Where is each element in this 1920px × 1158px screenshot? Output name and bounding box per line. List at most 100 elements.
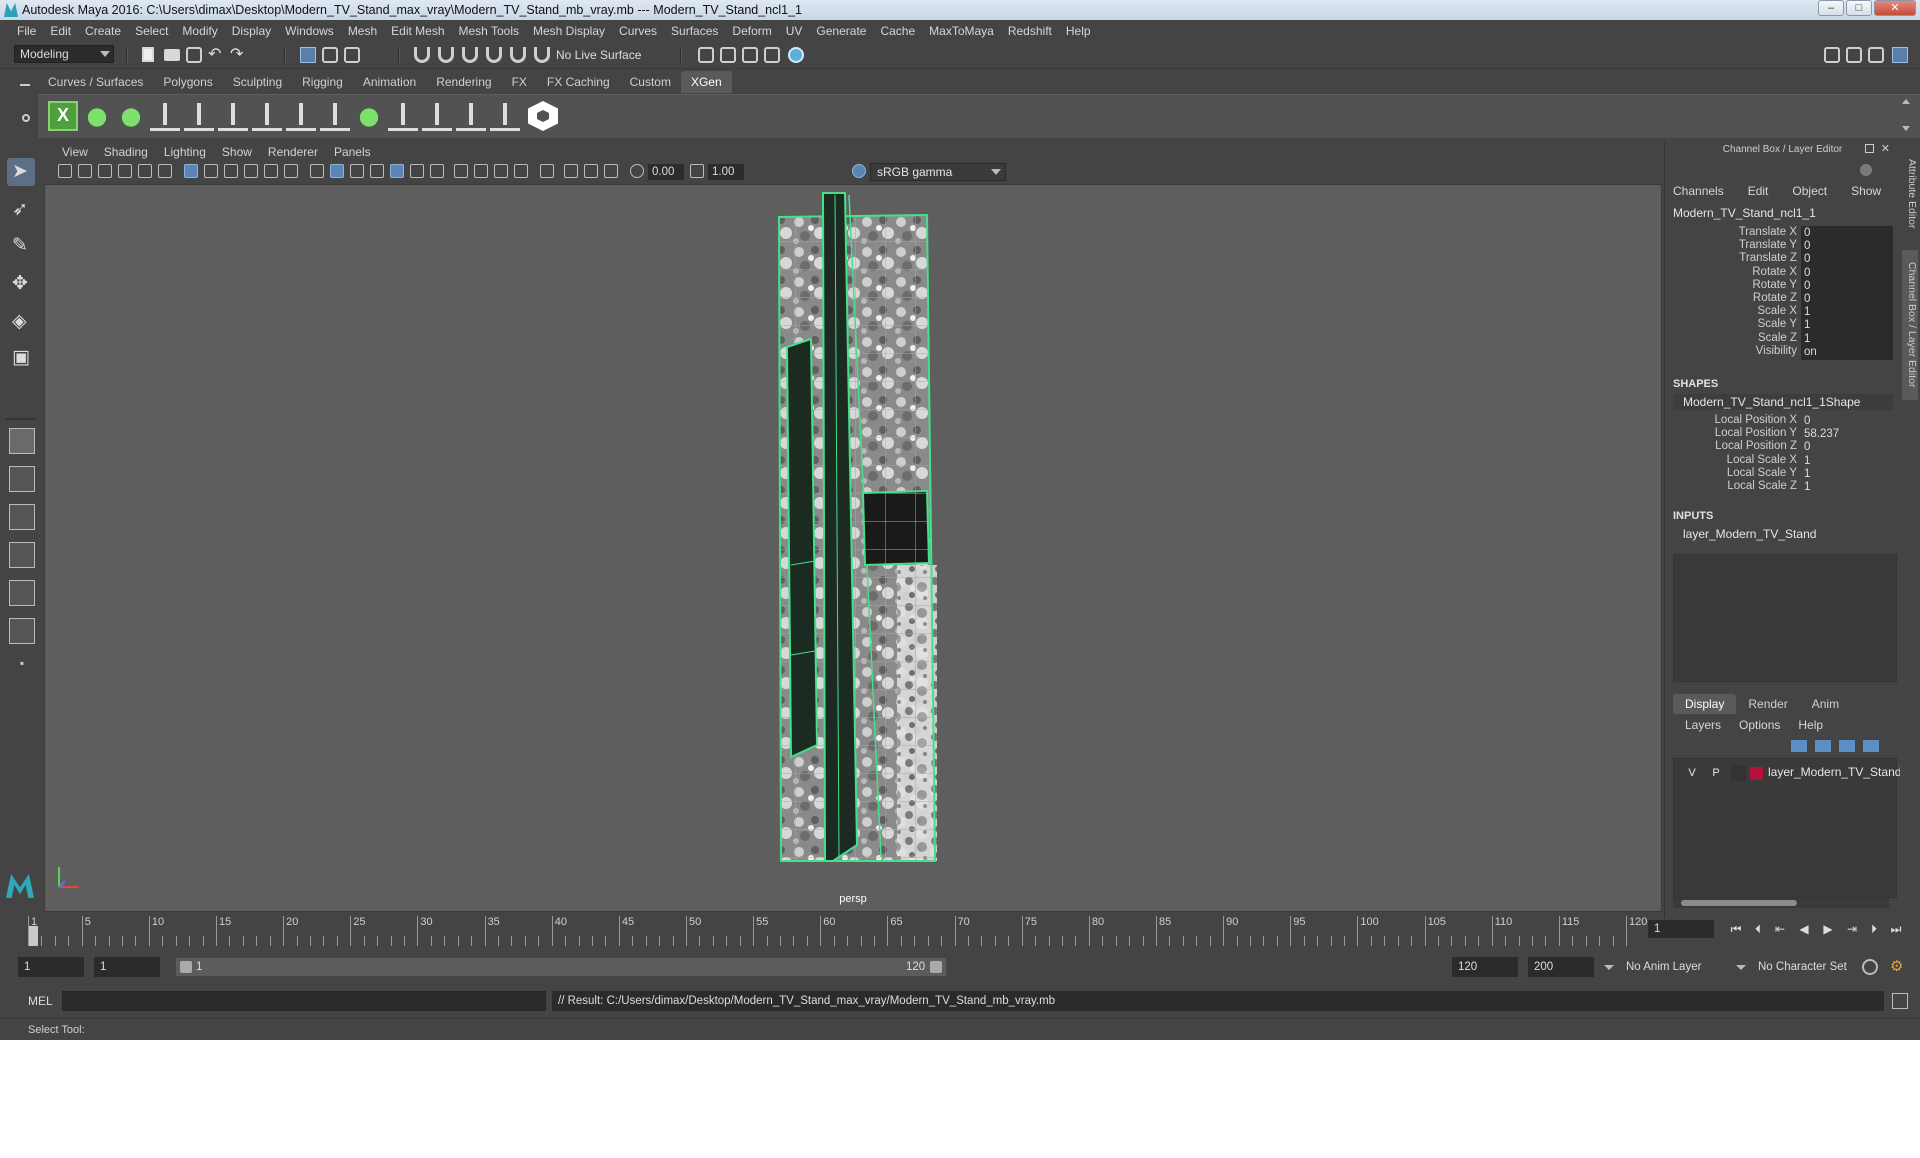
panel-menu-view[interactable]: View [54,145,96,159]
menu-display[interactable]: Display [225,24,278,38]
menu-redshift[interactable]: Redshift [1001,24,1059,38]
move-tool[interactable]: ✥ [7,270,35,298]
scroll-down-icon[interactable] [1902,126,1910,131]
play-backwards-icon[interactable]: ◀ [1796,922,1812,936]
persp-graph-layout-icon[interactable] [9,542,35,568]
grease-pencil-icon[interactable] [158,164,172,178]
auto-key-icon[interactable] [1862,959,1878,975]
layer-color-swatch[interactable] [1750,767,1763,780]
multisample-aa-icon[interactable] [494,164,508,178]
menu-help[interactable]: Help [1059,24,1098,38]
menu-edit[interactable]: Edit [43,24,78,38]
persp-uv-layout-icon[interactable] [9,618,35,644]
go-to-start-icon[interactable]: ⏮ [1728,922,1744,936]
exposure-field[interactable]: 0.00 [648,164,684,180]
layer-playback-toggle[interactable]: P [1708,765,1724,781]
safe-action-icon[interactable] [284,164,298,178]
select-tool[interactable]: ➤ [7,158,35,186]
isolate-select-icon[interactable] [540,164,554,178]
range-end-handle[interactable] [930,961,942,973]
range-slider[interactable]: 1 120 [176,958,946,976]
shelf-tab-polygons[interactable]: Polygons [153,71,222,93]
channel-visibility[interactable]: Visibility on [1673,344,1893,361]
tool-settings-toggle-icon[interactable] [1868,47,1884,63]
script-editor-icon[interactable] [1892,993,1908,1009]
minimize-button[interactable]: – [1818,0,1844,16]
select-by-hierarchy-icon[interactable] [300,47,316,63]
step-back-frame-icon[interactable]: ⏴ [1750,922,1766,936]
shelf-tab-rigging[interactable]: Rigging [292,71,353,93]
film-gate-icon[interactable] [204,164,218,178]
xray-joints-icon[interactable] [584,164,598,178]
layer-type-toggle[interactable] [1730,765,1746,781]
selected-object-name[interactable]: Modern_TV_Stand_ncl1_1 [1673,206,1816,220]
single-view-layout-icon[interactable] [9,428,35,454]
channels-menu-show[interactable]: Show [1851,184,1891,198]
scale-tool[interactable]: ▣ [7,344,35,372]
gate-mask-icon[interactable] [244,164,258,178]
save-scene-icon[interactable] [186,47,202,63]
shelf-tab-curves-surfaces[interactable]: Curves / Surfaces [38,71,153,93]
tv-stand-model[interactable] [45,185,1662,912]
persp-viewport[interactable]: persp [44,184,1662,912]
float-panel-icon[interactable] [1865,144,1874,153]
shelf-tab-custom[interactable]: Custom [620,71,681,93]
move-layer-down-icon[interactable] [1815,740,1831,752]
render-settings-icon[interactable] [764,47,780,63]
undo-icon[interactable]: ↶ [208,47,224,63]
shelf-tab-xgen[interactable]: XGen [680,71,732,93]
current-frame-field[interactable]: 1 [1648,920,1714,938]
image-plane-icon[interactable] [118,164,132,178]
new-scene-icon[interactable] [142,47,154,62]
channel-box-toggle-icon[interactable] [1892,47,1908,63]
xgen-create-description-icon[interactable] [116,101,146,131]
select-camera-icon[interactable] [58,164,72,178]
channels-menu-channels[interactable]: Channels [1673,184,1734,198]
menu-create[interactable]: Create [78,24,128,38]
render-frame-icon[interactable] [720,47,736,63]
layer-name[interactable]: layer_Modern_TV_Stand [1768,765,1901,779]
panel-menu-show[interactable]: Show [214,145,260,159]
snap-to-curve-icon[interactable] [438,47,454,63]
shelf-tab-animation[interactable]: Animation [353,71,426,93]
layer-row[interactable]: V P layer_Modern_TV_Stand [1678,765,1901,781]
xgen-rebuild-icon[interactable] [456,101,486,131]
use-all-lights-icon[interactable] [410,164,424,178]
shelf-settings-gear-icon[interactable] [22,114,30,122]
depth-of-field-icon[interactable] [514,164,528,178]
command-input[interactable] [62,991,546,1011]
playback-start-field[interactable]: 1 [94,957,160,977]
xgen-interactive-groom-icon[interactable] [528,101,558,131]
close-panel-icon[interactable]: ✕ [1881,142,1890,155]
playback-end-field[interactable]: 120 [1452,957,1518,977]
wireframe-on-shaded-icon[interactable] [370,164,384,178]
move-layer-up-icon[interactable] [1791,740,1807,752]
gamma-field[interactable]: 1.00 [708,164,744,180]
redo-icon[interactable]: ↷ [230,47,246,63]
snap-together-icon[interactable] [534,47,550,63]
panel-menu-renderer[interactable]: Renderer [260,145,326,159]
menu-mesh-display[interactable]: Mesh Display [526,24,612,38]
shelf-tab-fx-caching[interactable]: FX Caching [537,71,620,93]
layer-menu-layers[interactable]: Layers [1685,718,1721,732]
grid-toggle-icon[interactable] [184,164,198,178]
menu-select[interactable]: Select [128,24,175,38]
menu-maxtomaya[interactable]: MaxToMaya [922,24,1001,38]
go-to-end-icon[interactable]: ⏭ [1888,922,1904,936]
shelf-menu-icon[interactable] [20,84,30,86]
xgen-layer-icon[interactable] [354,101,384,131]
menu-cache[interactable]: Cache [873,24,922,38]
snap-to-view-plane-icon[interactable] [486,47,502,63]
range-start-handle[interactable] [180,961,192,973]
layer-list-scrollbar[interactable] [1673,898,1889,908]
close-button[interactable]: ✕ [1874,0,1916,16]
channel-box-tab[interactable]: Channel Box / Layer Editor [1902,250,1918,400]
time-slider[interactable]: 1 5 10 15 20 25 30 35 40 45 50 55 60 65 70 75 80 85 90 95 10… [24,912,1647,946]
attribute-editor-toggle-icon[interactable] [1846,47,1862,63]
screen-space-ao-icon[interactable] [454,164,468,178]
color-management-icon[interactable] [852,164,866,178]
view-transform-dropdown[interactable]: sRGB gamma [870,163,1006,181]
snap-to-grid-icon[interactable] [414,47,430,63]
xgen-bend-guide-icon[interactable] [320,101,350,131]
smooth-shade-icon[interactable] [330,164,344,178]
